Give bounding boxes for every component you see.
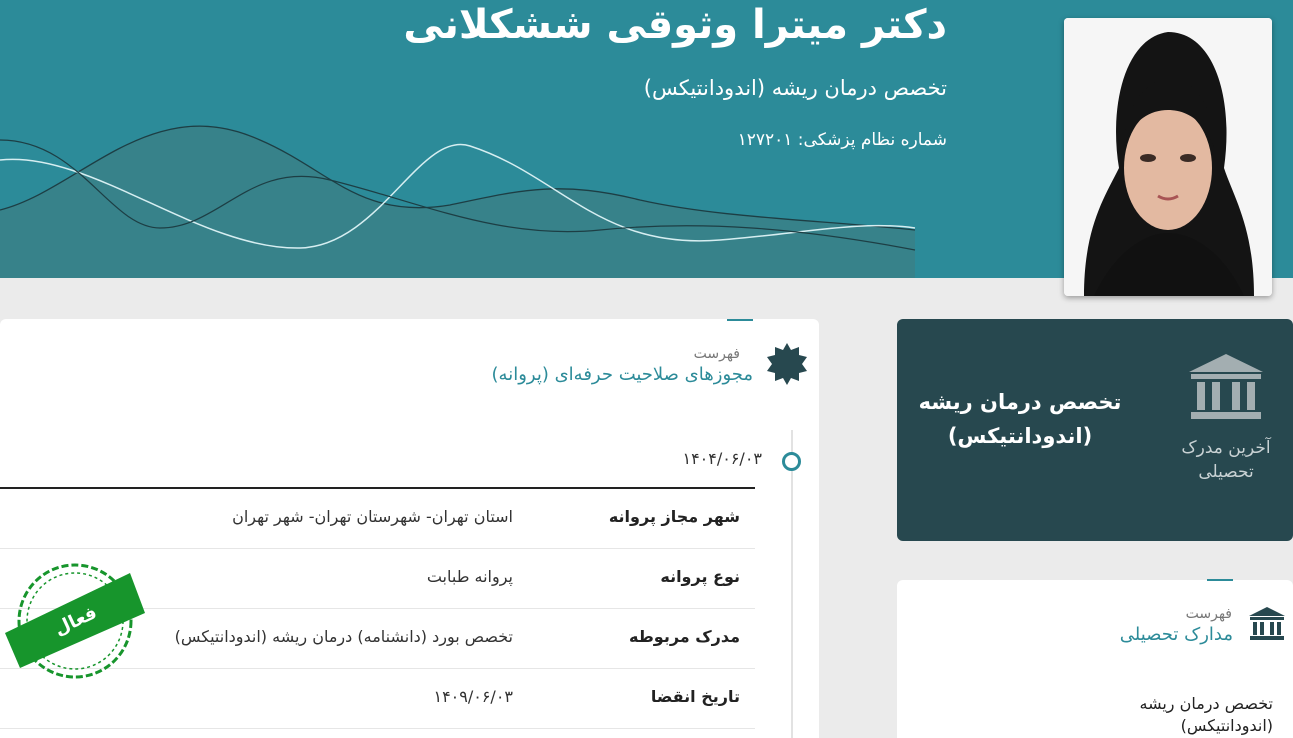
doctor-photo xyxy=(1064,18,1272,296)
badge-icon xyxy=(767,343,807,385)
education-entry: تخصص درمان ریشه (اندودانتیکس) xyxy=(1139,694,1273,735)
row-value: تخصص بورد (دانشنامه) درمان ریشه (اندودان… xyxy=(174,627,513,646)
row-label: مدرک مربوطه xyxy=(629,627,740,646)
table-row: شهر مجاز پروانه استان تهران- شهرستان تهر… xyxy=(0,489,755,549)
row-label: شهر مجاز پروانه xyxy=(608,507,740,526)
timeline-dot xyxy=(782,452,801,471)
bank-icon xyxy=(1249,607,1285,640)
education-section-title: مدارک تحصیلی xyxy=(1119,624,1233,645)
timeline-line xyxy=(791,430,793,738)
doctor-name: دکتر میترا وثوقی ششکلانی xyxy=(403,2,947,48)
latest-degree-title: تخصص درمان ریشه (اندودانتیکس) xyxy=(918,390,1122,448)
active-status-stamp: فعال xyxy=(5,563,145,679)
row-value: استان تهران- شهرستان تهران- شهر تهران xyxy=(232,507,513,526)
doctor-photo-image xyxy=(1064,18,1272,296)
row-label: تاریخ انقضا xyxy=(650,687,740,706)
bank-icon xyxy=(1189,354,1263,419)
licenses-accent-line xyxy=(727,319,753,321)
row-label: نوع پروانه xyxy=(660,567,740,586)
education-accent-line xyxy=(1207,579,1233,581)
row-value: ۱۴۰۹/۰۶/۰۳ xyxy=(433,687,513,706)
licenses-list-label: فهرست xyxy=(693,346,740,362)
medical-council-number: شماره نظام پزشکی: ۱۲۷۲۰۱ xyxy=(737,130,947,150)
education-list-label: فهرست xyxy=(1185,606,1232,622)
license-entry-date: ۱۴۰۴/۰۶/۰۳ xyxy=(682,449,762,468)
row-value: پروانه طبابت xyxy=(426,567,513,586)
doctor-specialty: تخصص درمان ریشه (اندودانتیکس) xyxy=(643,76,947,100)
licenses-section-title: مجوزهای صلاحیت حرفه‌ای (پروانه) xyxy=(491,364,753,385)
latest-degree-label: آخرین مدرک تحصیلی xyxy=(1181,438,1271,482)
